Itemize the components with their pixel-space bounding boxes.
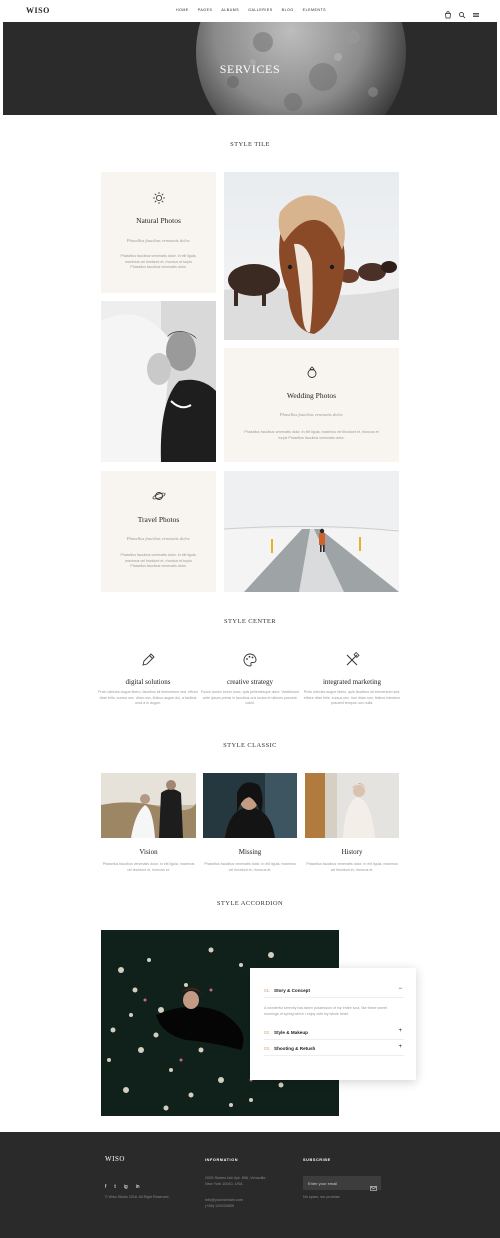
tile-title: Natural Photos [136, 216, 181, 225]
tile-text: Phasellus faucibus venenatis dolor. In e… [120, 553, 197, 568]
accordion-content: A wonderful serenity has taken possessio… [264, 1006, 387, 1016]
classic-title: Missing [238, 848, 262, 856]
information-heading: INFORMATION [205, 1158, 239, 1162]
menu-icon[interactable] [472, 6, 480, 17]
service-title: creative strategy [226, 678, 274, 686]
page-title: SERVICES [219, 62, 281, 76]
nav-item-pages[interactable]: PAGES [198, 8, 213, 12]
footer-phone: (+68) 120034509 [205, 1204, 235, 1208]
facebook-icon[interactable]: f [105, 1184, 106, 1190]
service-text: Proin ultricies augue libero, faucibus s… [98, 690, 198, 706]
classic-title: Vision [139, 848, 158, 856]
service-integrated-marketing: integrated marketing Proin ultricies aug… [302, 651, 402, 722]
accordion-item-shooting[interactable]: 03. Shooting & Retush + [264, 1042, 404, 1056]
header-icons [444, 6, 480, 19]
linkedin-icon[interactable]: in [136, 1184, 140, 1190]
section-title-style-accordion: STYLE ACCORDION [216, 900, 284, 907]
expand-icon[interactable]: + [398, 1044, 402, 1050]
accordion-number: 02. [264, 1030, 271, 1035]
address-line-2: New York 10010, USA [205, 1182, 243, 1186]
classic-image-history [305, 773, 399, 838]
classic-text: Phasellus faucibus venenatis dolor. In e… [204, 862, 296, 872]
twitter-icon[interactable]: t [114, 1184, 115, 1190]
hero-banner: SERVICES [3, 22, 497, 115]
accordion-label: Style & Makeup [274, 1030, 308, 1035]
snow-road-image [224, 471, 399, 592]
tile-text: Phasellus faucibus venenatis dolor. In e… [120, 254, 197, 269]
mail-icon[interactable] [370, 1179, 377, 1191]
social-links: f t ig in [105, 1184, 140, 1190]
accordion-item-style[interactable]: 02. Style & Makeup + [264, 1026, 404, 1040]
tile-title: Travel Photos [137, 515, 180, 524]
service-title: digital solutions [125, 678, 171, 686]
tile-subtitle: Phasellus faucibus venenatis dolor. [126, 238, 191, 243]
service-title: integrated marketing [322, 678, 382, 686]
accordion-number: 01. [264, 988, 271, 993]
accordion-label: Shooting & Retush [274, 1046, 316, 1051]
spam-note: No spam, we promise [303, 1195, 340, 1199]
classic-card-history: History Phasellus faucibus venenatis dol… [305, 848, 399, 878]
search-icon[interactable] [458, 6, 466, 19]
planet-icon [152, 489, 166, 508]
service-creative-strategy: creative strategy Fusce auctor lorem nun… [200, 652, 300, 722]
copyright: © Wiso Studio 2018. All Right Reserved. [105, 1195, 170, 1199]
tile-subtitle: Phasellus faucibus venenatis dolor. [126, 536, 191, 541]
nav-item-elements[interactable]: ELEMENTS [303, 8, 326, 12]
nav-item-albums[interactable]: ALBUMS [221, 8, 239, 12]
section-title-style-tile: STYLE TILE [230, 141, 270, 148]
section-title-style-classic: STYLE CLASSIC [223, 742, 277, 749]
accordion-item-story[interactable]: 01. Story & Concept − [264, 984, 404, 998]
classic-text: Phasellus faucibus venenatis dolor. In e… [306, 862, 398, 872]
service-text: Fusce auctor lorem nunc, quis pellentesq… [201, 690, 299, 706]
service-tile-travel: Travel Photos Phasellus faucibus venenat… [101, 471, 216, 592]
ring-icon [305, 365, 319, 384]
classic-card-vision: Vision Phasellus faucibus venenatis dolo… [101, 848, 196, 878]
nav-item-blog[interactable]: BLOG [282, 8, 294, 12]
wedding-couple-image [101, 301, 216, 462]
accordion-label: Story & Concept [274, 988, 310, 993]
service-tile-wedding: Wedding Photos Phasellus faucibus venena… [224, 348, 399, 462]
footer: WISO f t ig in © Wiso Studio 2018. All R… [0, 1132, 500, 1238]
footer-logo[interactable]: WISO [105, 1155, 125, 1163]
instagram-icon[interactable]: ig [124, 1184, 128, 1190]
subscribe-heading: SUBSCRIBE [303, 1158, 331, 1162]
tools-icon [344, 651, 360, 668]
sun-icon [152, 191, 166, 210]
classic-text: Phasellus faucibus venenatis dolor. In e… [102, 862, 195, 872]
accordion-number: 03. [264, 1046, 271, 1051]
nav-item-home[interactable]: HOME [176, 8, 189, 12]
service-digital-solutions: digital solutions Proin ultricies augue … [98, 652, 198, 722]
cart-icon[interactable] [444, 6, 452, 19]
service-tile-natural: Natural Photos Phasellus faucibus venena… [101, 172, 216, 293]
nav-item-galleries[interactable]: GALLERIES [248, 8, 272, 12]
palette-icon [242, 652, 258, 668]
email-field[interactable] [308, 1179, 366, 1187]
logo[interactable]: WISO [26, 6, 50, 15]
horse-image [224, 172, 399, 340]
classic-title: History [341, 848, 363, 856]
classic-card-missing: Missing Phasellus faucibus venenatis dol… [203, 848, 297, 878]
tile-text: Phasellus faucibus venenatis dolor. In e… [244, 430, 379, 440]
section-title-style-center: STYLE CENTER [224, 618, 276, 625]
accordion-panel: 01. Story & Concept − A wonderful sereni… [250, 968, 416, 1080]
expand-icon[interactable]: + [398, 1028, 402, 1034]
top-navbar: WISO HOME PAGES ALBUMS GALLERIES BLOG EL… [0, 0, 500, 22]
main-nav: HOME PAGES ALBUMS GALLERIES BLOG ELEMENT… [176, 8, 326, 12]
service-text: Proin ultricies augue libero, quis fauci… [303, 690, 401, 706]
tile-title: Wedding Photos [286, 391, 337, 400]
tile-subtitle: Phasellus faucibus venenatis dolor. [279, 412, 344, 417]
subscribe-form [303, 1176, 381, 1191]
classic-image-missing [203, 773, 297, 838]
collapse-icon[interactable]: − [398, 986, 402, 992]
pencil-icon [140, 652, 156, 668]
classic-image-vision [101, 773, 196, 838]
